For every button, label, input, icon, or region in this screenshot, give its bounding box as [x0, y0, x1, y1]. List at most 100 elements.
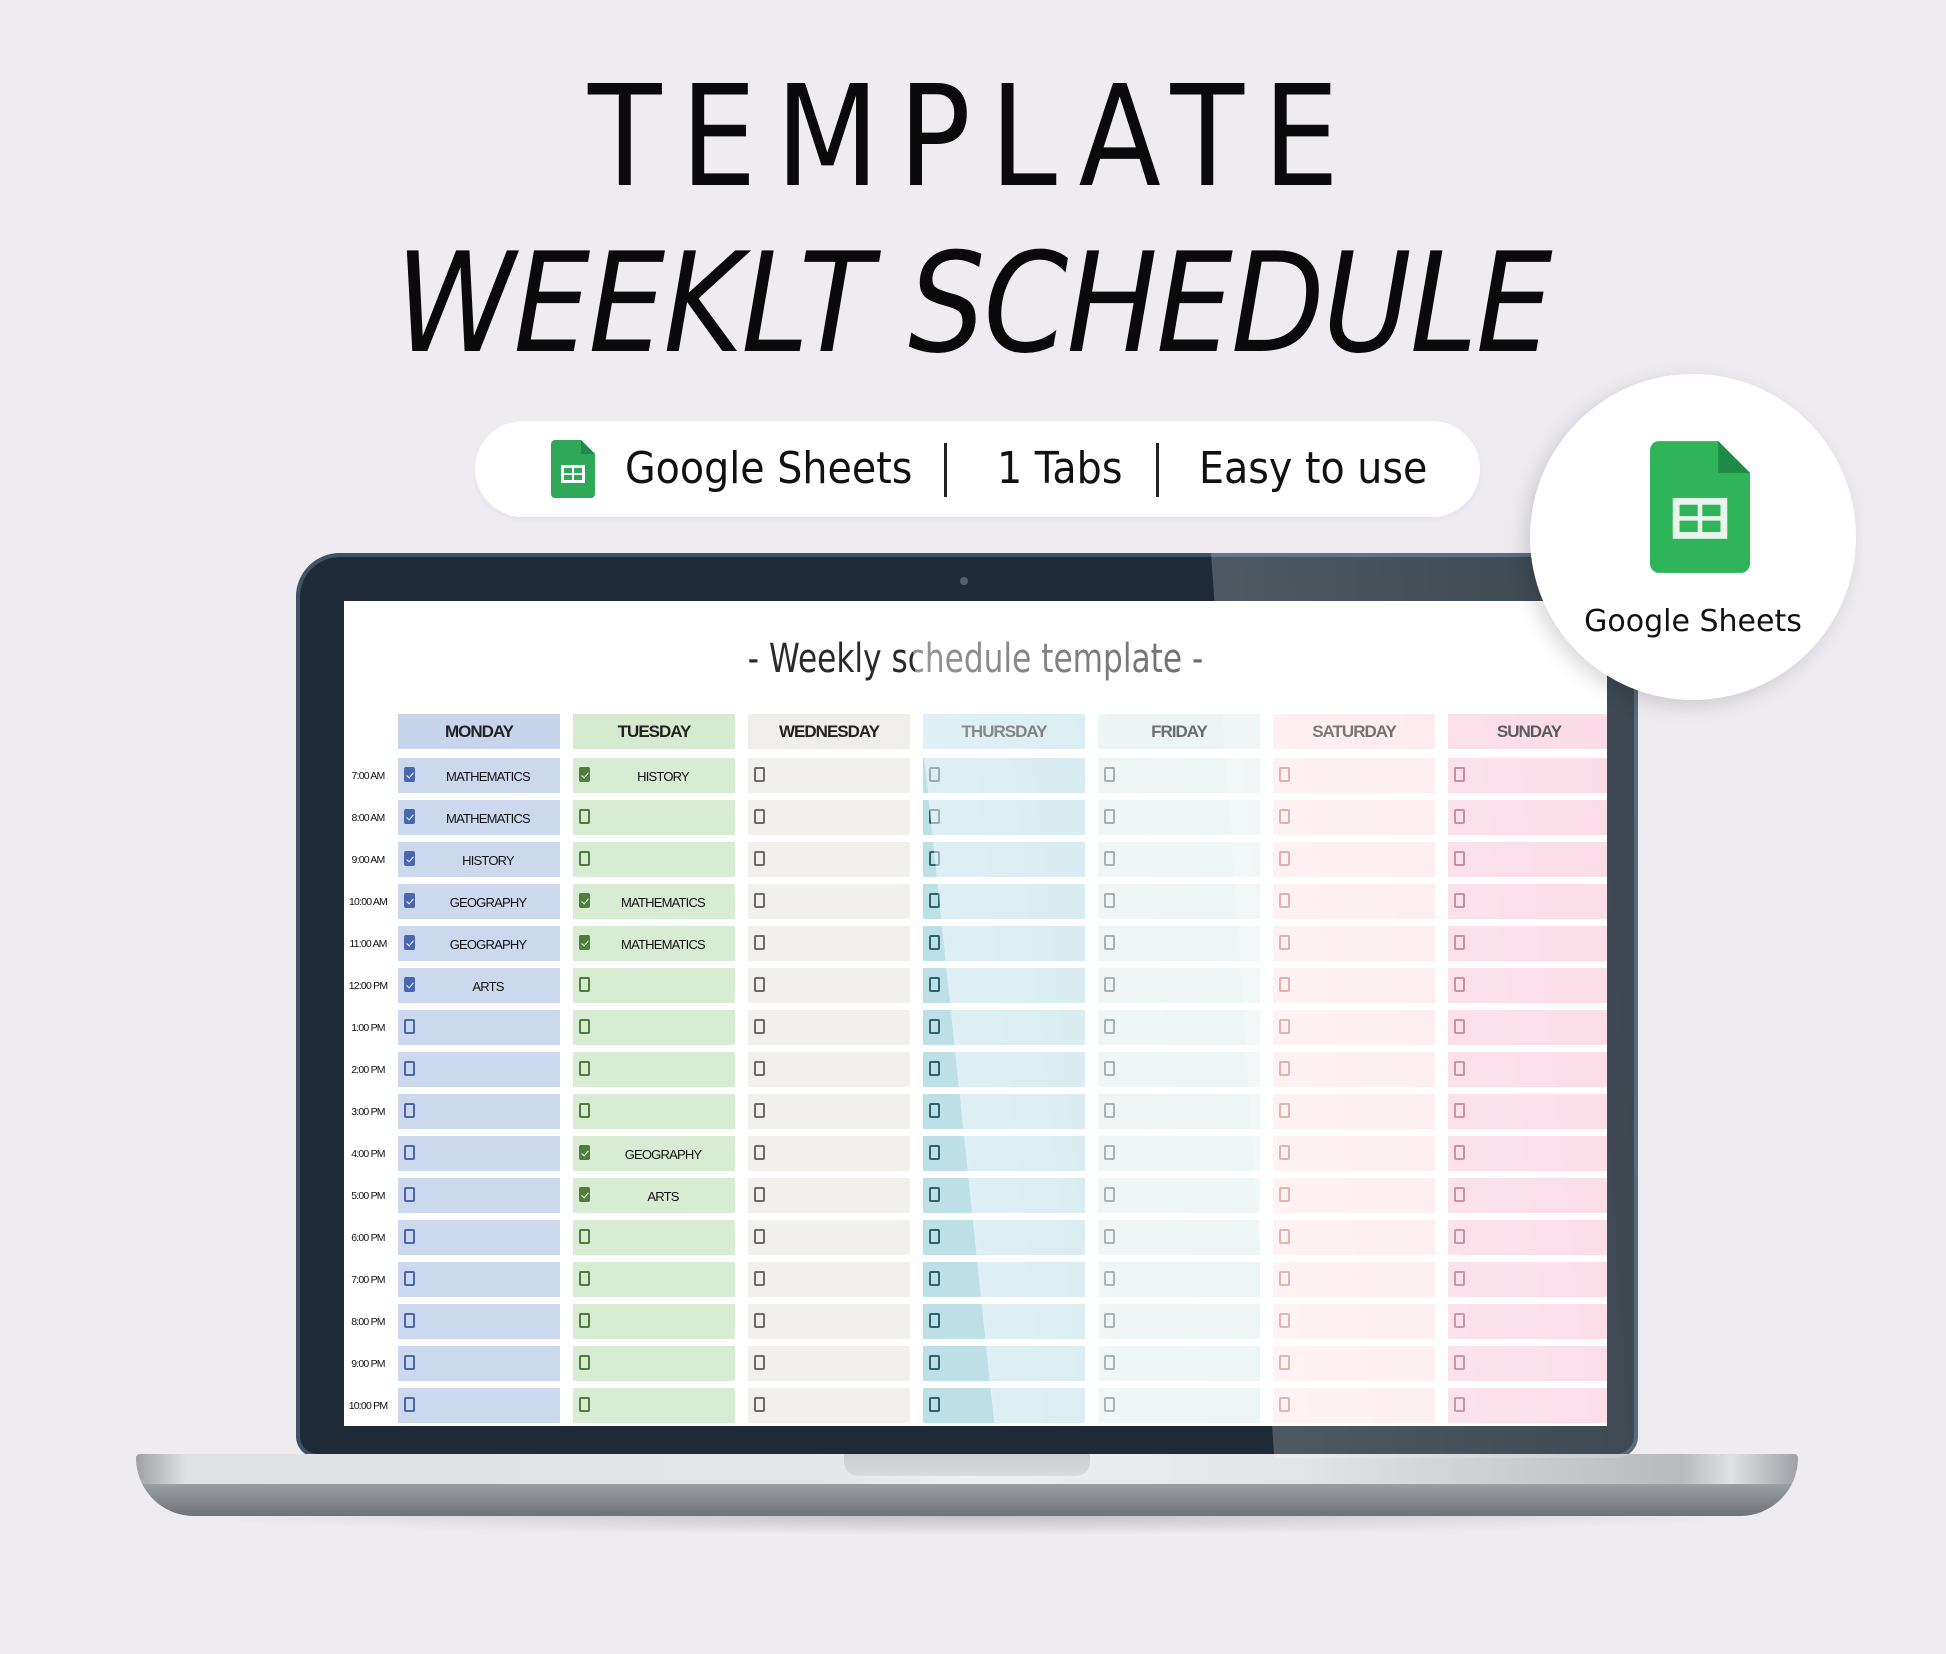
schedule-cell[interactable]: MATHEMATICS — [573, 926, 735, 961]
schedule-cell[interactable]: ARTS — [573, 1178, 735, 1213]
checkbox-unchecked[interactable] — [1454, 1145, 1465, 1160]
checkbox-unchecked[interactable] — [404, 1187, 415, 1202]
checkbox-unchecked[interactable] — [1279, 851, 1290, 866]
schedule-cell[interactable] — [748, 1346, 910, 1381]
checkbox-unchecked[interactable] — [1454, 1355, 1465, 1370]
schedule-cell[interactable] — [1448, 884, 1607, 919]
checkbox-unchecked[interactable] — [1104, 767, 1115, 782]
schedule-cell[interactable] — [748, 758, 910, 793]
checkbox-unchecked[interactable] — [1454, 1019, 1465, 1034]
schedule-cell[interactable] — [1098, 884, 1260, 919]
checkbox-unchecked[interactable] — [1104, 1229, 1115, 1244]
checkbox-unchecked[interactable] — [1279, 935, 1290, 950]
checkbox-unchecked[interactable] — [929, 1061, 940, 1076]
schedule-cell[interactable] — [573, 1220, 735, 1255]
schedule-cell[interactable] — [748, 1262, 910, 1297]
schedule-cell[interactable]: ARTS — [398, 968, 560, 1003]
checkbox-unchecked[interactable] — [579, 1271, 590, 1286]
checkbox-unchecked[interactable] — [1454, 1397, 1465, 1412]
checkbox-unchecked[interactable] — [1454, 977, 1465, 992]
checkbox-unchecked[interactable] — [754, 767, 765, 782]
checkbox-unchecked[interactable] — [929, 1355, 940, 1370]
schedule-cell[interactable] — [1273, 1052, 1435, 1087]
checkbox-checked[interactable] — [404, 767, 415, 782]
schedule-cell[interactable] — [573, 1094, 735, 1129]
schedule-cell[interactable] — [1448, 800, 1607, 835]
checkbox-unchecked[interactable] — [579, 1355, 590, 1370]
checkbox-unchecked[interactable] — [1454, 1187, 1465, 1202]
checkbox-unchecked[interactable] — [1279, 1397, 1290, 1412]
checkbox-unchecked[interactable] — [1454, 893, 1465, 908]
schedule-cell[interactable] — [1448, 1094, 1607, 1129]
schedule-cell[interactable] — [1098, 1136, 1260, 1171]
schedule-cell[interactable] — [1448, 1388, 1607, 1423]
checkbox-checked[interactable] — [404, 935, 415, 950]
schedule-cell[interactable]: GEOGRAPHY — [398, 926, 560, 961]
schedule-cell[interactable] — [573, 968, 735, 1003]
checkbox-unchecked[interactable] — [1279, 893, 1290, 908]
schedule-cell[interactable] — [748, 1094, 910, 1129]
schedule-cell[interactable] — [398, 1304, 560, 1339]
schedule-cell[interactable] — [923, 1136, 1085, 1171]
schedule-cell[interactable] — [748, 842, 910, 877]
checkbox-unchecked[interactable] — [579, 851, 590, 866]
checkbox-unchecked[interactable] — [1454, 1313, 1465, 1328]
checkbox-unchecked[interactable] — [754, 1061, 765, 1076]
checkbox-unchecked[interactable] — [929, 851, 940, 866]
checkbox-unchecked[interactable] — [929, 893, 940, 908]
schedule-cell[interactable] — [1098, 1388, 1260, 1423]
checkbox-unchecked[interactable] — [1104, 935, 1115, 950]
schedule-cell[interactable]: MATHEMATICS — [398, 800, 560, 835]
checkbox-unchecked[interactable] — [1104, 1397, 1115, 1412]
schedule-cell[interactable] — [923, 1388, 1085, 1423]
checkbox-unchecked[interactable] — [404, 1145, 415, 1160]
schedule-cell[interactable] — [1098, 1262, 1260, 1297]
checkbox-unchecked[interactable] — [1279, 1271, 1290, 1286]
checkbox-unchecked[interactable] — [404, 1019, 415, 1034]
checkbox-unchecked[interactable] — [1104, 1313, 1115, 1328]
checkbox-unchecked[interactable] — [754, 935, 765, 950]
schedule-cell[interactable] — [923, 884, 1085, 919]
checkbox-unchecked[interactable] — [754, 1145, 765, 1160]
schedule-cell[interactable] — [923, 1304, 1085, 1339]
schedule-cell[interactable] — [398, 1010, 560, 1045]
checkbox-unchecked[interactable] — [1279, 1061, 1290, 1076]
schedule-cell[interactable] — [1098, 1094, 1260, 1129]
checkbox-unchecked[interactable] — [929, 1103, 940, 1118]
schedule-cell[interactable] — [1273, 842, 1435, 877]
checkbox-unchecked[interactable] — [1279, 1229, 1290, 1244]
checkbox-unchecked[interactable] — [754, 851, 765, 866]
schedule-cell[interactable] — [923, 968, 1085, 1003]
schedule-cell[interactable] — [1098, 1052, 1260, 1087]
checkbox-unchecked[interactable] — [754, 809, 765, 824]
checkbox-unchecked[interactable] — [1454, 1229, 1465, 1244]
checkbox-unchecked[interactable] — [1279, 1145, 1290, 1160]
checkbox-unchecked[interactable] — [579, 1103, 590, 1118]
schedule-cell[interactable] — [748, 1136, 910, 1171]
checkbox-unchecked[interactable] — [929, 1313, 940, 1328]
schedule-cell[interactable] — [1098, 1346, 1260, 1381]
schedule-cell[interactable] — [1273, 800, 1435, 835]
schedule-cell[interactable] — [398, 1346, 560, 1381]
checkbox-checked[interactable] — [579, 767, 590, 782]
checkbox-unchecked[interactable] — [404, 1355, 415, 1370]
schedule-cell[interactable] — [1098, 1304, 1260, 1339]
schedule-cell[interactable] — [398, 1388, 560, 1423]
schedule-cell[interactable] — [1448, 1220, 1607, 1255]
schedule-cell[interactable] — [1448, 1346, 1607, 1381]
checkbox-unchecked[interactable] — [1279, 1187, 1290, 1202]
schedule-cell[interactable] — [573, 1388, 735, 1423]
checkbox-unchecked[interactable] — [1279, 1355, 1290, 1370]
checkbox-unchecked[interactable] — [929, 1187, 940, 1202]
schedule-cell[interactable] — [1098, 926, 1260, 961]
checkbox-unchecked[interactable] — [1104, 1061, 1115, 1076]
checkbox-unchecked[interactable] — [1104, 1145, 1115, 1160]
checkbox-unchecked[interactable] — [929, 1397, 940, 1412]
checkbox-unchecked[interactable] — [404, 1271, 415, 1286]
checkbox-unchecked[interactable] — [1454, 1061, 1465, 1076]
schedule-cell[interactable] — [1273, 1178, 1435, 1213]
schedule-cell[interactable] — [1448, 1304, 1607, 1339]
checkbox-unchecked[interactable] — [929, 1229, 940, 1244]
schedule-cell[interactable] — [748, 800, 910, 835]
schedule-cell[interactable] — [573, 1262, 735, 1297]
